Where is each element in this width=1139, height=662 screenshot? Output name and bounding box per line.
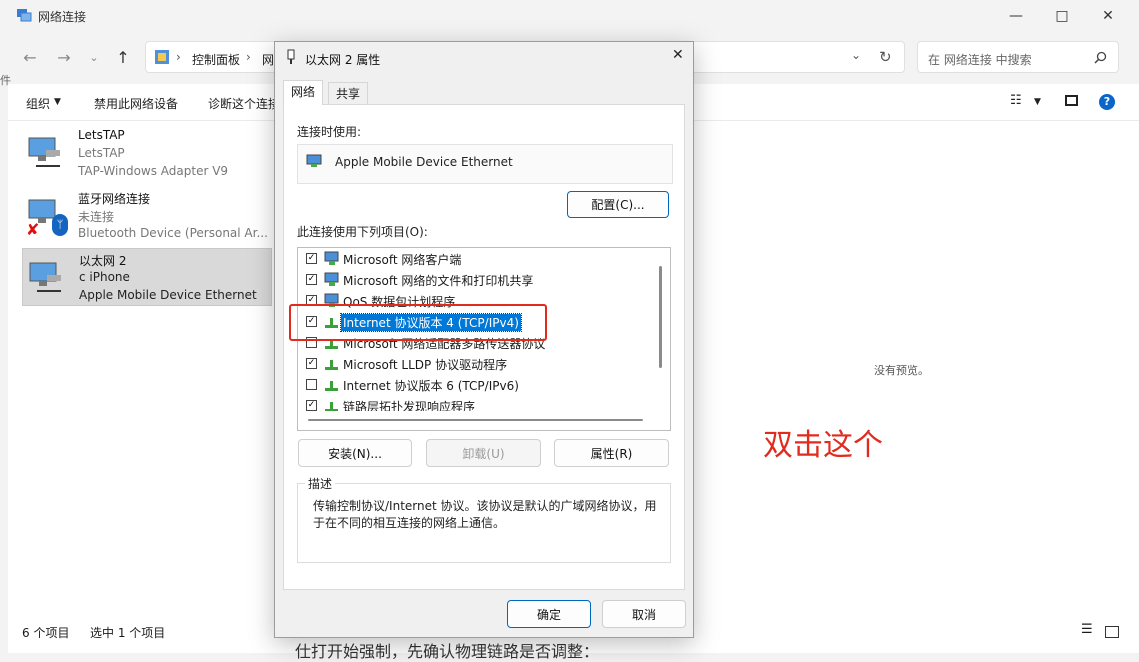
connection-device: Apple Mobile Device Ethernet bbox=[79, 288, 257, 302]
description-text: 传输控制协议/Internet 协议。该协议是默认的广域网络协议，用于在不同的相… bbox=[313, 499, 657, 530]
checkbox[interactable]: ✓ bbox=[306, 274, 317, 285]
checkbox[interactable] bbox=[306, 379, 317, 390]
disable-device-command[interactable]: 禁用此网络设备 bbox=[94, 95, 178, 112]
component-label: Microsoft 网络的文件和打印机共享 bbox=[343, 274, 534, 288]
view-dropdown-icon[interactable]: ▼ bbox=[1034, 97, 1041, 107]
back-arrow-icon[interactable]: ← bbox=[18, 48, 42, 67]
close-icon[interactable]: ✕ bbox=[1085, 0, 1131, 32]
protocol-icon bbox=[325, 381, 338, 391]
breadcrumb-separator-icon: › bbox=[176, 50, 181, 64]
breadcrumb-network[interactable]: 网 bbox=[262, 51, 274, 68]
search-icon[interactable] bbox=[1094, 51, 1107, 64]
details-view-icon[interactable]: ☰ bbox=[1081, 622, 1093, 637]
configure-button[interactable]: 配置(C)... bbox=[567, 191, 669, 218]
connection-status: c iPhone bbox=[79, 270, 130, 284]
list-item[interactable]: Internet 协议版本 6 (TCP/IPv6) bbox=[304, 375, 644, 396]
recent-chevron-icon[interactable]: ⌄ bbox=[82, 51, 106, 64]
connect-using-label: 连接时使用: bbox=[297, 125, 362, 139]
background-text: 件 bbox=[0, 74, 11, 87]
adapter-name: Apple Mobile Device Ethernet bbox=[335, 155, 513, 169]
annotation-text: 双击这个 bbox=[763, 428, 883, 463]
tab-sharing[interactable]: 共享 bbox=[328, 82, 369, 104]
components-label: 此连接使用下列项目(O): bbox=[297, 225, 428, 239]
search-input[interactable]: 在 网络连接 中搜索 bbox=[928, 51, 1032, 68]
cancel-button[interactable]: 取消 bbox=[602, 600, 686, 628]
connection-item[interactable]: LetsTAP LetsTAP TAP-Windows Adapter V9 bbox=[22, 124, 270, 180]
view-options-icon[interactable]: ☷ bbox=[1010, 93, 1022, 108]
network-folder-icon bbox=[17, 9, 32, 22]
description-title: 描述 bbox=[305, 475, 336, 492]
network-adapter-icon bbox=[306, 154, 322, 167]
diagnose-command[interactable]: 诊断这个连接 bbox=[208, 95, 280, 112]
minimize-icon[interactable]: — bbox=[993, 0, 1039, 32]
refresh-icon[interactable]: ↻ bbox=[879, 48, 892, 66]
selected-count: 选中 1 个项目 bbox=[90, 626, 166, 640]
window-title: 网络连接 bbox=[38, 10, 87, 24]
address-dropdown-icon[interactable]: ⌄ bbox=[851, 48, 861, 62]
uninstall-button[interactable]: 卸载(U) bbox=[426, 439, 541, 467]
component-label: Internet 协议版本 6 (TCP/IPv6) bbox=[343, 379, 519, 393]
tab-network[interactable]: 网络 bbox=[283, 80, 324, 105]
connection-device: Bluetooth Device (Personal Ar... bbox=[78, 226, 268, 240]
breadcrumb-separator-icon: › bbox=[246, 50, 251, 64]
vertical-scrollbar[interactable] bbox=[659, 266, 662, 368]
properties-button[interactable]: 属性(R) bbox=[554, 439, 669, 467]
connection-name: 蓝牙网络连接 bbox=[78, 192, 151, 206]
dialog-close-icon[interactable]: ✕ bbox=[672, 47, 684, 63]
adapter-box: Apple Mobile Device Ethernet bbox=[297, 144, 673, 184]
highlight-box bbox=[289, 304, 547, 341]
maximize-icon[interactable]: □ bbox=[1039, 0, 1085, 32]
disconnected-x-icon: ✘ bbox=[26, 220, 40, 239]
organize-dropdown-icon[interactable]: ▼ bbox=[54, 97, 61, 107]
list-item[interactable]: ✓ Microsoft 网络的文件和打印机共享 bbox=[304, 270, 644, 291]
install-button[interactable]: 安装(N)... bbox=[298, 439, 412, 467]
connection-status: 未连接 bbox=[78, 210, 115, 224]
connection-item[interactable]: ✘ ᛘ 蓝牙网络连接 未连接 Bluetooth Device (Persona… bbox=[22, 186, 270, 242]
ok-button[interactable]: 确定 bbox=[507, 600, 591, 628]
tiles-view-icon[interactable] bbox=[1105, 626, 1119, 638]
network-adapter-icon bbox=[29, 262, 61, 292]
component-label: Microsoft 网络客户端 bbox=[343, 253, 462, 267]
background-text: 仕打开始强制，先确认物理链路是否调整： bbox=[295, 642, 600, 661]
component-label: Microsoft LLDP 协议驱动程序 bbox=[343, 358, 508, 372]
breadcrumb-control-panel[interactable]: 控制面板 bbox=[192, 51, 240, 68]
checkbox[interactable]: ✓ bbox=[306, 358, 317, 369]
no-preview-text: 没有预览。 bbox=[874, 364, 929, 377]
connection-device: TAP-Windows Adapter V9 bbox=[78, 164, 229, 178]
network-service-icon bbox=[324, 272, 339, 286]
title-bar: 网络连接 — □ ✕ bbox=[8, 0, 1139, 32]
forward-arrow-icon[interactable]: → bbox=[52, 48, 76, 67]
preview-pane-icon[interactable] bbox=[1065, 95, 1078, 106]
horizontal-scrollbar[interactable] bbox=[308, 419, 643, 421]
organize-menu[interactable]: 组织 bbox=[26, 95, 50, 112]
item-count: 6 个项目 bbox=[22, 626, 70, 640]
dialog-title: 以太网 2 属性 bbox=[305, 53, 381, 67]
bluetooth-icon: ᛘ bbox=[52, 214, 68, 236]
protocol-icon bbox=[325, 360, 338, 370]
connection-name: LetsTAP bbox=[78, 128, 125, 142]
connection-status: LetsTAP bbox=[78, 146, 125, 160]
network-client-icon bbox=[324, 251, 339, 265]
up-arrow-icon[interactable]: ↑ bbox=[111, 48, 135, 67]
connection-name: 以太网 2 bbox=[79, 254, 127, 268]
help-icon[interactable]: ? bbox=[1099, 94, 1115, 110]
list-item[interactable]: ✓ Microsoft LLDP 协议驱动程序 bbox=[304, 354, 644, 375]
list-item[interactable]: ✓ Microsoft 网络客户端 bbox=[304, 249, 644, 270]
control-panel-icon bbox=[155, 50, 169, 64]
network-adapter-icon bbox=[28, 137, 60, 167]
ethernet-icon bbox=[287, 49, 295, 64]
search-box[interactable]: 在 网络连接 中搜索 bbox=[917, 41, 1119, 73]
checkbox[interactable]: ✓ bbox=[306, 400, 317, 411]
checkbox[interactable]: ✓ bbox=[306, 253, 317, 264]
connection-item-selected[interactable]: 以太网 2 c iPhone Apple Mobile Device Ether… bbox=[22, 248, 272, 306]
